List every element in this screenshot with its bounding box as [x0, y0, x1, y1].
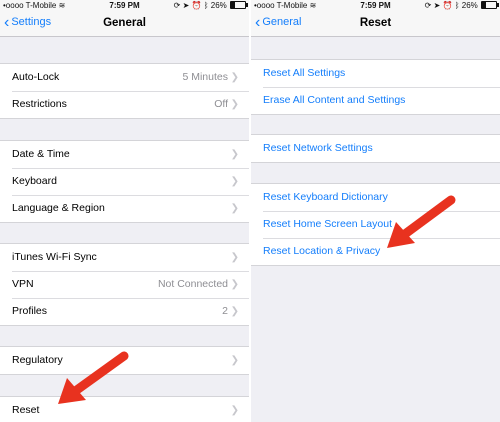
battery-icon	[481, 1, 499, 9]
vpn-status: Not Connected	[157, 278, 228, 290]
reset-keyboard-dictionary-button[interactable]: Reset Keyboard Dictionary	[251, 184, 500, 211]
reset-group-network: Reset Network Settings	[251, 134, 500, 163]
row-date-time[interactable]: Date & Time ❯	[0, 141, 249, 168]
chevron-right-icon: ❯	[230, 252, 239, 263]
status-bar: •oooo T-Mobile ≋ 7:59 PM ⟳ ➤ ⏰ ᛒ 26%	[251, 0, 500, 12]
row-itunes-wifi-sync[interactable]: iTunes Wi-Fi Sync ❯	[0, 244, 249, 271]
status-bar: •oooo T-Mobile ≋ 7:59 PM ⟳ ➤ ⏰ ᛒ 26%	[0, 0, 249, 12]
navigation-bar: ‹ General Reset	[251, 12, 500, 37]
restrictions-value: Off	[214, 98, 228, 110]
settings-group-locale: Date & Time ❯ Keyboard ❯ Language & Region…	[0, 140, 249, 223]
battery-percent: 26%	[461, 1, 478, 10]
chevron-right-icon: ❯	[230, 279, 239, 290]
reset-network-settings-button[interactable]: Reset Network Settings	[251, 135, 500, 162]
chevron-right-icon: ❯	[230, 72, 239, 83]
chevron-right-icon: ❯	[230, 149, 239, 160]
chevron-right-icon: ❯	[230, 405, 239, 416]
row-auto-lock[interactable]: Auto-Lock 5 Minutes ❯	[0, 64, 249, 91]
red-arrow-annotation	[387, 195, 456, 248]
alarm-icon: ⏰	[191, 1, 202, 10]
battery-percent: 26%	[210, 1, 227, 10]
chevron-right-icon: ❯	[230, 176, 239, 187]
reset-home-screen-layout-button[interactable]: Reset Home Screen Layout	[251, 211, 500, 238]
battery-icon	[230, 1, 248, 9]
row-keyboard[interactable]: Keyboard ❯	[0, 168, 249, 195]
chevron-right-icon: ❯	[230, 306, 239, 317]
lock-rotation-icon: ⟳	[424, 1, 432, 10]
reset-all-settings-button[interactable]: Reset All Settings	[251, 60, 500, 87]
page-title: General	[103, 17, 146, 29]
reset-screen: •oooo T-Mobile ≋ 7:59 PM ⟳ ➤ ⏰ ᛒ 26% ‹ Ge…	[251, 0, 500, 422]
row-language-region[interactable]: Language & Region ❯	[0, 195, 249, 222]
red-arrow-annotation	[58, 351, 129, 404]
page-title: Reset	[359, 17, 392, 29]
settings-group-network: iTunes Wi-Fi Sync ❯ VPN Not Connected ❯ Pro…	[0, 243, 249, 326]
reset-group-all: Reset All Settings Erase All Content and…	[251, 59, 500, 115]
bluetooth-icon: ᛒ	[454, 1, 460, 10]
location-icon: ➤	[182, 1, 190, 10]
settings-group-lock: Auto-Lock 5 Minutes ❯ Restrictions Off ❯	[0, 63, 249, 119]
chevron-right-icon: ❯	[230, 99, 239, 110]
alarm-icon: ⏰	[442, 1, 453, 10]
chevron-right-icon: ❯	[230, 355, 239, 366]
row-profiles[interactable]: Profiles 2 ❯	[0, 298, 249, 325]
reset-group-other: Reset Keyboard Dictionary Reset Home Scr…	[251, 183, 500, 266]
auto-lock-value: 5 Minutes	[182, 71, 228, 83]
bluetooth-icon: ᛒ	[203, 1, 209, 10]
navigation-bar: ‹ Settings General	[0, 12, 249, 37]
reset-location-privacy-button[interactable]: Reset Location & Privacy	[251, 238, 500, 265]
row-restrictions[interactable]: Restrictions Off ❯	[0, 91, 249, 118]
profiles-count: 2	[222, 305, 228, 317]
general-screen: •oooo T-Mobile ≋ 7:59 PM ⟳ ➤ ⏰ ᛒ 26% ‹ Se…	[0, 0, 249, 422]
row-vpn[interactable]: VPN Not Connected ❯	[0, 271, 249, 298]
location-icon: ➤	[433, 1, 441, 10]
chevron-right-icon: ❯	[230, 203, 239, 214]
lock-rotation-icon: ⟳	[173, 1, 181, 10]
erase-all-content-button[interactable]: Erase All Content and Settings	[251, 87, 500, 114]
